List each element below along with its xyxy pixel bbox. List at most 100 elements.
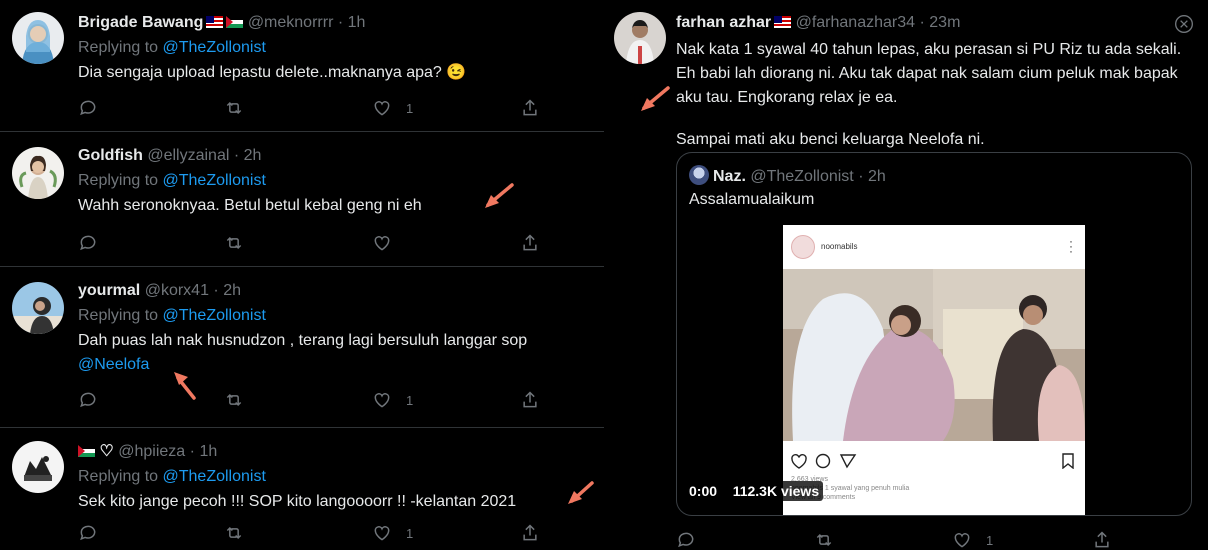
retweet-button[interactable] — [224, 390, 244, 410]
kebab-menu-icon: · · · — [1069, 234, 1073, 258]
reply-button[interactable] — [78, 523, 98, 543]
annotation-arrow-icon — [568, 481, 594, 504]
heart-icon — [374, 236, 390, 251]
timestamp[interactable]: 2h — [223, 282, 241, 299]
more-options-icon[interactable] — [1174, 14, 1194, 34]
share-button[interactable] — [1092, 530, 1112, 550]
retweet-icon — [226, 101, 242, 115]
replies-column: Brigade Bawang @meknorrrr · 1h Replying … — [0, 0, 604, 550]
quoted-tweet[interactable]: Naz. @TheZollonist · 2h Assalamualaikum … — [676, 152, 1192, 516]
display-name[interactable]: Brigade Bawang — [78, 14, 203, 31]
share-button[interactable] — [520, 98, 540, 118]
separator: · — [337, 14, 344, 31]
handle[interactable]: @ellyzainal — [147, 147, 229, 164]
retweet-icon — [226, 393, 242, 407]
like-button[interactable]: 1 — [952, 530, 993, 550]
view-count: 112.3K views — [728, 481, 824, 501]
reply-tweet[interactable]: ♡ @hpiieza · 1h Replying to @TheZollonis… — [0, 429, 604, 550]
quoted-handle[interactable]: @TheZollonist — [750, 168, 853, 185]
separator: · — [189, 443, 195, 460]
share-button[interactable] — [520, 233, 540, 253]
tweet-line: aku tau. Engkorang relax je ea. — [676, 89, 898, 106]
avatar[interactable] — [12, 12, 64, 64]
palestine-flag-icon — [78, 445, 95, 457]
tweet-line: Sampai mati aku benci keluarga Neelofa n… — [676, 131, 985, 148]
reply-button[interactable] — [78, 98, 98, 118]
tweet-actions: 1 — [78, 390, 548, 412]
retweet-button[interactable] — [814, 530, 834, 550]
like-count: 1 — [406, 100, 414, 116]
replying-to: Replying to @TheZollonist — [78, 466, 590, 488]
like-button[interactable]: 1 — [372, 98, 413, 118]
mention-link[interactable]: @TheZollonist — [163, 468, 266, 485]
retweet-button[interactable] — [224, 523, 244, 543]
avatar[interactable] — [12, 282, 64, 334]
heart-name-mark[interactable]: ♡ — [95, 443, 113, 460]
heart-icon — [374, 101, 390, 116]
tweet-actions — [78, 233, 548, 255]
tweet-line: Eh babi lah diorang ni. Aku tak dapat na… — [676, 65, 1178, 82]
like-button[interactable]: 1 — [372, 390, 413, 410]
tweet-text-content: Dah puas lah nak husnudzon , terang lagi… — [78, 332, 528, 349]
retweet-button[interactable] — [224, 233, 244, 253]
quoted-text: Assalamualaikum — [689, 191, 815, 208]
heart-icon — [954, 533, 970, 548]
replying-to-label: Replying to — [78, 172, 159, 189]
reply-button[interactable] — [78, 233, 98, 253]
share-button[interactable] — [520, 523, 540, 543]
like-button[interactable]: 1 — [372, 523, 413, 543]
display-name[interactable]: yourmal — [78, 282, 140, 299]
retweet-icon — [226, 236, 242, 250]
malaysia-flag-icon — [206, 16, 224, 28]
share-icon — [523, 391, 537, 408]
reply-tweet[interactable]: Brigade Bawang @meknorrrr · 1h Replying … — [0, 0, 604, 132]
retweet-button[interactable] — [224, 98, 244, 118]
reply-button[interactable] — [676, 530, 696, 550]
tweet-text: Nak kata 1 syawal 40 tahun lepas, aku pe… — [676, 38, 1188, 152]
avatar[interactable] — [12, 147, 64, 199]
reply-tweet[interactable]: Goldfish @ellyzainal · 2h Replying to @T… — [0, 133, 604, 267]
reply-tweet[interactable]: yourmal @korx41 · 2h Replying to @TheZol… — [0, 268, 604, 428]
like-count: 1 — [406, 392, 414, 408]
timestamp[interactable]: 23m — [929, 14, 960, 31]
replying-to-label: Replying to — [78, 307, 159, 324]
avatar[interactable] — [614, 12, 666, 64]
mention-link[interactable]: @Neelofa — [78, 356, 149, 373]
handle[interactable]: @hpiieza — [118, 443, 185, 460]
tweet-text: Sek kito jange pecoh !!! SOP kito langoo… — [78, 493, 517, 510]
retweet-icon — [816, 533, 832, 547]
reply-icon — [80, 525, 96, 541]
timestamp[interactable]: 2h — [244, 147, 262, 164]
tweet-actions: 1 — [78, 523, 548, 545]
separator: · — [858, 168, 864, 185]
replying-to: Replying to @TheZollonist — [78, 305, 590, 327]
share-button[interactable] — [520, 390, 540, 410]
heart-icon — [374, 526, 390, 541]
quoted-display-name[interactable]: Naz. — [713, 168, 746, 185]
display-name[interactable]: Goldfish — [78, 147, 143, 164]
quoted-timestamp[interactable]: 2h — [868, 168, 886, 185]
share-icon — [523, 234, 537, 251]
palestine-flag-icon — [226, 16, 244, 28]
reply-button[interactable] — [78, 390, 98, 410]
mention-link[interactable]: @TheZollonist — [163, 307, 266, 324]
handle[interactable]: @farhanazhar34 — [796, 14, 915, 31]
main-tweet[interactable]: farhan azhar @farhanazhar34 · 23m Nak ka… — [604, 0, 1208, 550]
like-button[interactable] — [372, 233, 406, 253]
timestamp[interactable]: 1h — [348, 14, 366, 31]
handle[interactable]: @korx41 — [145, 282, 209, 299]
separator: · — [213, 282, 219, 299]
quoted-avatar[interactable] — [689, 165, 709, 185]
replying-to-label: Replying to — [78, 39, 159, 56]
handle[interactable]: @meknorrrr — [248, 14, 334, 31]
instagram-username: noomabils — [821, 242, 858, 251]
timestamp[interactable]: 1h — [199, 443, 217, 460]
mention-link[interactable]: @TheZollonist — [163, 172, 266, 189]
display-name[interactable]: farhan azhar — [676, 14, 771, 31]
avatar[interactable] — [12, 441, 64, 493]
video-player[interactable]: noomabils · · · 2,663 views noomabils 1 … — [783, 225, 1085, 515]
tweet-text: Dah puas lah nak husnudzon , terang lagi… — [78, 329, 590, 377]
mention-link[interactable]: @TheZollonist — [163, 39, 266, 56]
heart-icon — [374, 393, 390, 408]
reply-icon — [80, 100, 96, 116]
